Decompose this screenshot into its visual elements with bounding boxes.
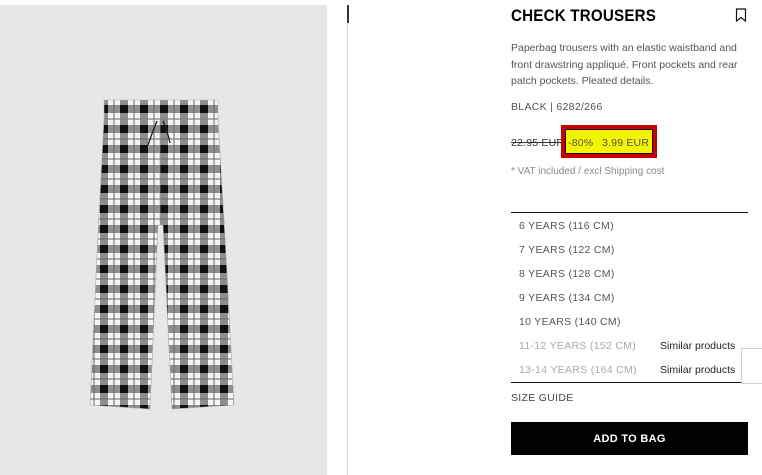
size-label: 8 YEARS (128 CM) bbox=[519, 268, 615, 280]
size-list: 6 YEARS (116 CM) 7 YEARS (122 CM) 8 YEAR… bbox=[511, 212, 748, 383]
trousers-illustration bbox=[89, 99, 235, 410]
panel-divider bbox=[347, 5, 348, 475]
size-option[interactable]: 7 YEARS (122 CM) bbox=[511, 239, 748, 263]
product-description: Paperbag trousers with an elastic waistb… bbox=[511, 42, 738, 87]
color-reference: BLACK | 6282/266 bbox=[511, 101, 603, 113]
size-option[interactable]: 9 YEARS (134 CM) bbox=[511, 287, 748, 311]
size-label: 7 YEARS (122 CM) bbox=[519, 244, 615, 256]
size-label: 13-14 YEARS (164 CM) bbox=[519, 364, 637, 376]
size-option-unavailable[interactable]: 13-14 YEARS (164 CM) Similar products bbox=[511, 359, 748, 383]
text-cursor bbox=[347, 5, 349, 23]
discount-badge: -80% bbox=[568, 137, 594, 149]
size-label: 10 YEARS (140 CM) bbox=[519, 316, 621, 328]
size-label: 9 YEARS (134 CM) bbox=[519, 292, 615, 304]
product-image[interactable] bbox=[0, 5, 327, 475]
similar-products-link[interactable]: Similar products bbox=[660, 340, 735, 352]
sale-price: 3.99 EUR bbox=[602, 137, 650, 149]
size-option[interactable]: 8 YEARS (128 CM) bbox=[511, 263, 748, 287]
size-option[interactable]: 6 YEARS (116 CM) bbox=[511, 215, 748, 239]
price-row: 22.95 EUR -80% 3.99 EUR bbox=[511, 124, 751, 160]
size-label: 6 YEARS (116 CM) bbox=[519, 220, 614, 232]
size-option[interactable]: 10 YEARS (140 CM) bbox=[511, 311, 748, 335]
scroll-handle[interactable] bbox=[741, 348, 762, 384]
product-title: CHECK TROUSERS bbox=[511, 7, 657, 25]
size-option-unavailable[interactable]: 11-12 YEARS (152 CM) Similar products bbox=[511, 335, 748, 359]
original-price: 22.95 EUR bbox=[511, 137, 565, 149]
size-guide-link[interactable]: SIZE GUIDE bbox=[511, 392, 574, 404]
add-to-bag-button[interactable]: ADD TO BAG bbox=[511, 422, 748, 455]
vat-note: * VAT included / excl Shipping cost bbox=[511, 166, 665, 177]
size-label: 11-12 YEARS (152 CM) bbox=[519, 340, 637, 352]
bookmark-icon[interactable] bbox=[735, 8, 747, 22]
similar-products-link[interactable]: Similar products bbox=[660, 364, 735, 376]
